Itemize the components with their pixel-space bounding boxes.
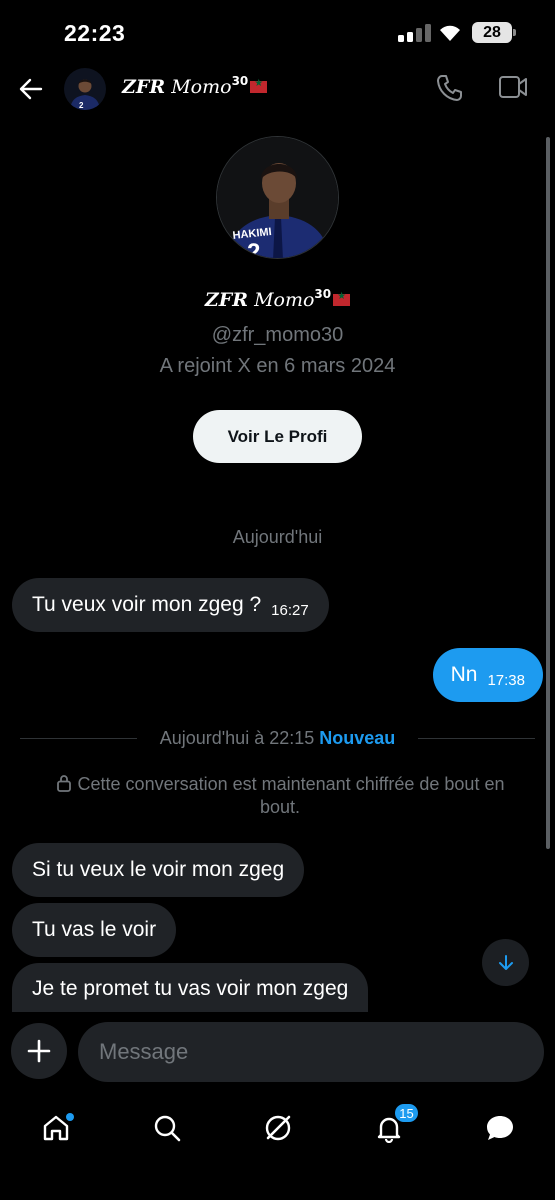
video-call-button[interactable] [498, 74, 528, 105]
header-avatar[interactable]: 2 [64, 68, 106, 110]
nav-search[interactable] [147, 1108, 187, 1148]
message-text: Tu vas le voir [32, 918, 157, 941]
svg-text:2: 2 [247, 239, 260, 259]
back-button[interactable] [14, 72, 48, 106]
cellular-signal-icon [398, 24, 432, 42]
morocco-flag-icon [333, 291, 351, 306]
message-bubble-incoming[interactable]: Je te promet tu vas voir mon zgeg [12, 963, 369, 1013]
message-bubble-outgoing[interactable]: Nn 17:38 [432, 648, 543, 702]
home-notification-dot [66, 1113, 74, 1121]
message-text: Je te promet tu vas voir mon zgeg [32, 977, 349, 1000]
morocco-flag-icon [250, 78, 268, 93]
phone-icon [437, 75, 462, 101]
search-icon [154, 1115, 181, 1142]
voice-call-button[interactable] [436, 74, 462, 107]
back-arrow-icon [19, 78, 43, 100]
profile-avatar-image: HAKIMI 2 [217, 137, 338, 259]
message-composer [0, 1012, 555, 1098]
encryption-note: Cette conversation est maintenant chiffr… [40, 773, 520, 819]
scrollbar[interactable] [546, 137, 550, 849]
status-time: 22:23 [64, 20, 126, 46]
date-separator: Aujourd'hui [232, 527, 323, 547]
avatar-image: 2 [64, 68, 106, 110]
messages-icon [487, 1116, 513, 1140]
nav-grok[interactable] [258, 1108, 298, 1148]
video-camera-icon [499, 76, 527, 98]
add-attachment-button[interactable] [11, 1023, 67, 1079]
encryption-note-text: Cette conversation est maintenant chiffr… [77, 774, 505, 817]
profile-joined-date: A rejoint X en 6 mars 2024 [159, 355, 396, 377]
profile-display-name: ZFR Momo30 [0, 287, 555, 311]
grok-icon [265, 1115, 291, 1141]
message-text: Si tu veux le voir mon zgeg [32, 858, 285, 881]
lock-icon [56, 775, 71, 792]
new-label: Nouveau [319, 728, 396, 748]
wifi-icon [440, 25, 460, 41]
scroll-to-bottom-button[interactable] [482, 939, 529, 986]
message-input[interactable] [78, 1022, 544, 1082]
message-time: 16:27 [271, 601, 309, 619]
message-text: Nn [450, 663, 478, 686]
notifications-badge: 15 [394, 1103, 419, 1123]
message-time: 17:38 [487, 671, 525, 689]
nav-home[interactable] [36, 1108, 76, 1148]
new-messages-separator: Aujourd'hui à 22:15 Nouveau [20, 728, 535, 750]
arrow-down-icon [498, 954, 513, 970]
plus-icon [27, 1039, 51, 1063]
message-text: Tu veux voir mon zgeg ? [32, 593, 262, 616]
message-bubble-incoming[interactable]: Si tu veux le voir mon zgeg [12, 843, 305, 897]
conversation-header: 2 ZFR Momo30 [0, 66, 555, 114]
header-display-name[interactable]: ZFR Momo30 [122, 74, 268, 98]
divider-line [418, 738, 535, 739]
separator-text: Aujourd'hui à 22:15 [159, 728, 315, 748]
nav-messages[interactable] [480, 1108, 520, 1148]
profile-handle: @zfr_momo30 [211, 324, 344, 346]
profile-avatar[interactable]: HAKIMI 2 [216, 136, 339, 259]
battery-indicator: 28 [472, 22, 516, 43]
message-bubble-incoming[interactable]: Tu veux voir mon zgeg ? 16:27 [12, 578, 329, 632]
svg-text:2: 2 [79, 101, 84, 110]
status-bar: 22:23 28 [0, 0, 555, 66]
message-bubble-incoming[interactable]: Tu vas le voir [12, 903, 177, 957]
view-profile-button[interactable]: Voir Le Profi [193, 410, 362, 463]
bottom-navigation: 15 [0, 1098, 555, 1200]
